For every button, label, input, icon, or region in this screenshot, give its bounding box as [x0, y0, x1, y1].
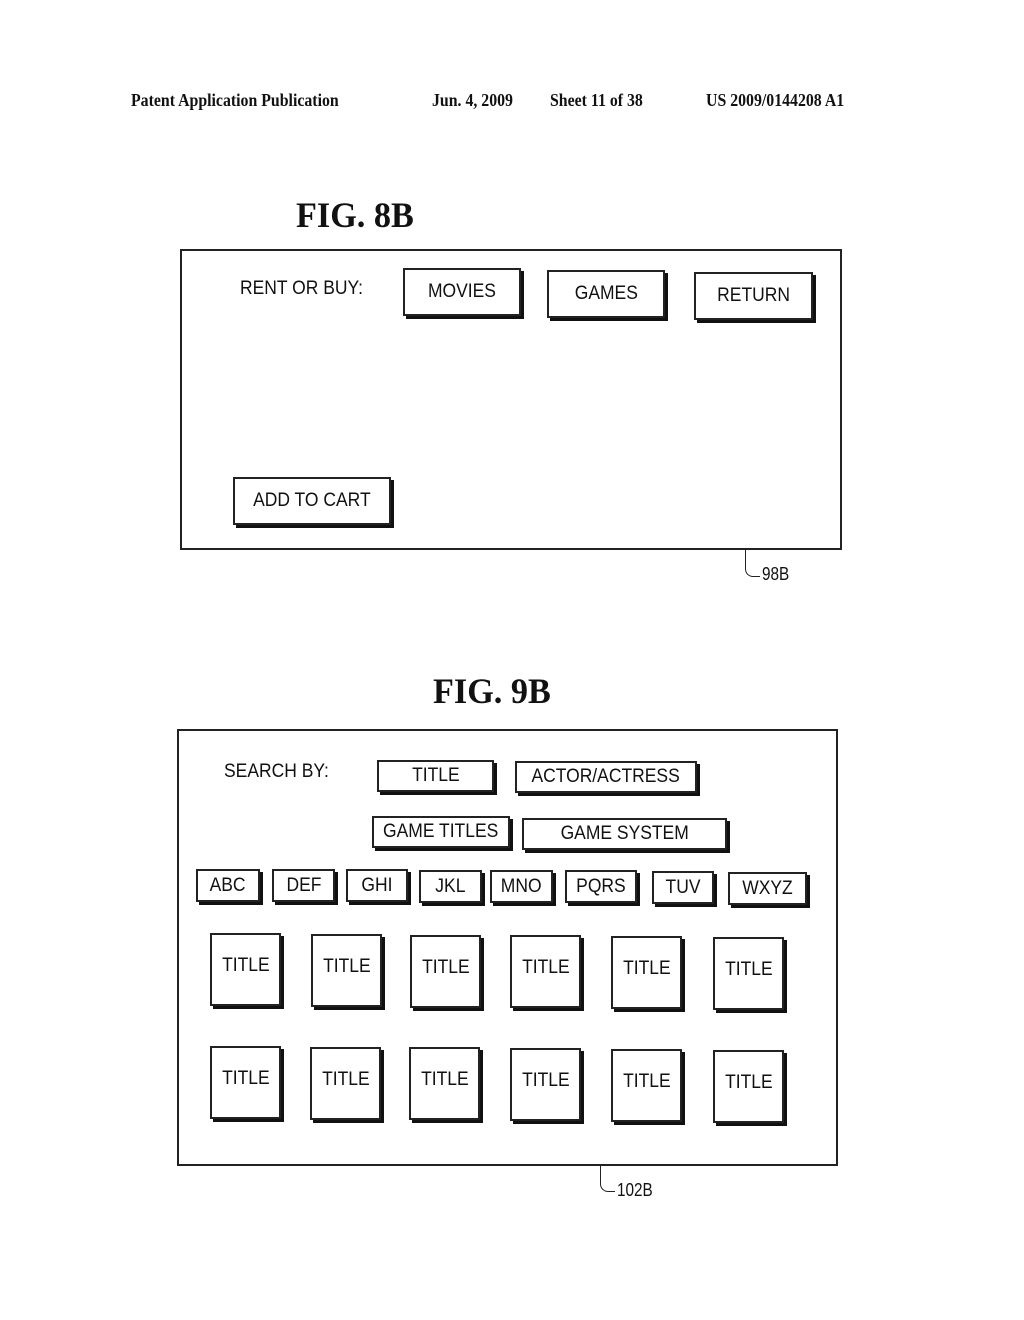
title-tile-label: TITLE	[420, 1068, 469, 1090]
title-tile-label: TITLE	[421, 956, 470, 978]
title-tile-label: TITLE	[322, 955, 371, 977]
letter-button-label: TUV	[665, 876, 701, 898]
letter-button-ghi[interactable]: GHI	[346, 869, 408, 902]
add-to-cart-button[interactable]: ADD TO CART	[233, 477, 391, 525]
title-tile-label: TITLE	[321, 1068, 370, 1090]
search-game-titles-label: GAME TITLES	[383, 821, 499, 842]
rent-or-buy-label: RENT OR BUY:	[240, 278, 364, 299]
fig-8b-title: FIG. 8B	[296, 195, 414, 235]
title-tile-label: TITLE	[724, 1071, 773, 1093]
title-tile-label: TITLE	[221, 1067, 270, 1089]
search-title-label: TITLE	[411, 765, 460, 786]
title-tile[interactable]: TITLE	[713, 937, 784, 1010]
letter-button-def[interactable]: DEF	[272, 869, 335, 902]
games-button-label: GAMES	[574, 283, 638, 304]
return-button[interactable]: RETURN	[694, 272, 813, 320]
letter-button-label: JKL	[435, 875, 466, 897]
title-tile[interactable]: TITLE	[611, 1049, 682, 1122]
reference-leader-102b	[600, 1164, 615, 1192]
games-button[interactable]: GAMES	[547, 270, 665, 318]
search-by-label: SEARCH BY:	[224, 761, 329, 782]
title-tile-label: TITLE	[521, 1069, 570, 1091]
letter-button-label: DEF	[286, 874, 321, 896]
title-tile[interactable]: TITLE	[410, 935, 481, 1008]
title-tile[interactable]: TITLE	[210, 1046, 281, 1119]
search-actor-actress-label: ACTOR/ACTRESS	[531, 766, 681, 787]
title-tile-label: TITLE	[221, 954, 270, 976]
title-tile[interactable]: TITLE	[510, 1048, 581, 1121]
title-tile[interactable]: TITLE	[611, 936, 682, 1009]
title-tile[interactable]: TITLE	[311, 934, 382, 1007]
fig-9b-title: FIG. 9B	[433, 671, 551, 711]
title-tile-label: TITLE	[622, 957, 671, 979]
search-game-titles-button[interactable]: GAME TITLES	[372, 816, 510, 848]
search-actor-actress-button[interactable]: ACTOR/ACTRESS	[515, 761, 697, 793]
movies-button[interactable]: MOVIES	[403, 268, 521, 316]
letter-button-label: WXYZ	[742, 877, 793, 899]
letter-button-tuv[interactable]: TUV	[652, 871, 714, 904]
title-tile[interactable]: TITLE	[310, 1047, 381, 1120]
title-tile[interactable]: TITLE	[713, 1050, 784, 1123]
title-tile-label: TITLE	[724, 958, 773, 980]
search-title-button[interactable]: TITLE	[377, 760, 494, 792]
reference-98b: 98B	[762, 564, 790, 584]
letter-button-label: PQRS	[576, 875, 626, 897]
letter-button-jkl[interactable]: JKL	[419, 870, 482, 903]
letter-button-label: ABC	[210, 874, 246, 896]
movies-button-label: MOVIES	[428, 281, 496, 302]
letter-button-label: GHI	[361, 874, 393, 896]
add-to-cart-label: ADD TO CART	[253, 490, 371, 511]
letter-button-wxyz[interactable]: WXYZ	[728, 872, 807, 905]
title-tile-label: TITLE	[521, 956, 570, 978]
letter-button-abc[interactable]: ABC	[196, 869, 260, 902]
search-game-system-label: GAME SYSTEM	[560, 823, 689, 844]
return-button-label: RETURN	[717, 285, 790, 306]
patent-number: US 2009/0144208 A1	[706, 90, 845, 110]
letter-button-label: MNO	[501, 875, 542, 897]
title-tile-label: TITLE	[622, 1070, 671, 1092]
publication-date: Jun. 4, 2009	[432, 90, 513, 110]
reference-leader-98b	[745, 548, 760, 577]
title-tile[interactable]: TITLE	[210, 933, 281, 1006]
title-tile[interactable]: TITLE	[510, 935, 581, 1008]
publication-label: Patent Application Publication	[131, 90, 339, 110]
letter-button-pqrs[interactable]: PQRS	[565, 870, 637, 903]
sheet-number: Sheet 11 of 38	[550, 90, 643, 110]
reference-102b: 102B	[617, 1180, 653, 1200]
title-tile[interactable]: TITLE	[409, 1047, 480, 1120]
letter-button-mno[interactable]: MNO	[490, 870, 553, 903]
search-game-system-button[interactable]: GAME SYSTEM	[522, 818, 727, 850]
